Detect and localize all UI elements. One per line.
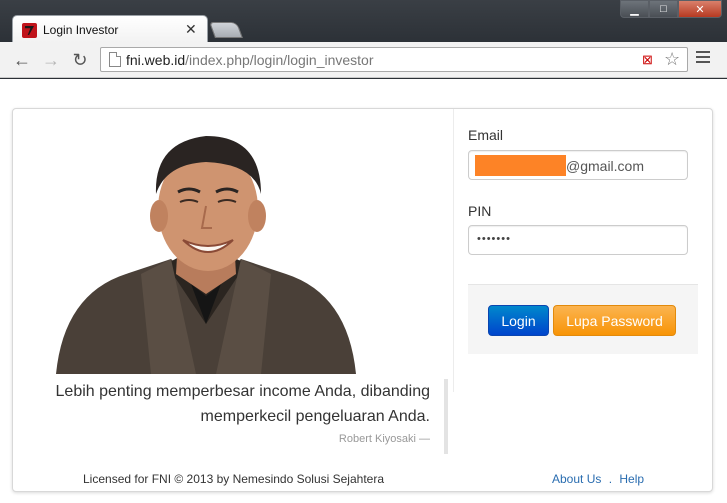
login-button[interactable]: Login [488, 305, 549, 336]
quote-author: Robert Kiyosaki — [338, 433, 430, 445]
form-actions: Login Lupa Password [468, 284, 698, 354]
blocked-content-icon[interactable]: ⊠ [642, 52, 653, 68]
browser-toolbar: ← → ↻ fni.web.id/index.php/login/login_i… [0, 42, 727, 78]
tab-title: Login Investor [43, 23, 119, 37]
pin-field[interactable]: ••••••• [468, 225, 688, 255]
footer-links: About Us . Help [552, 472, 644, 486]
portrait-photo [56, 136, 356, 374]
email-field[interactable]: @gmail.com [468, 150, 688, 180]
site-favicon-icon [22, 23, 37, 38]
login-card: Lebih penting memperbesar income Anda, d… [12, 108, 713, 492]
menu-icon[interactable] [696, 51, 710, 63]
email-label: Email [468, 127, 504, 143]
url-host: fni.web.id [126, 52, 186, 68]
browser-tab[interactable]: Login Investor ✕ [12, 15, 208, 43]
close-tab-icon[interactable]: ✕ [185, 21, 197, 38]
forgot-password-button[interactable]: Lupa Password [553, 305, 676, 336]
pin-masked-value: ••••••• [477, 233, 511, 245]
reload-icon[interactable]: ↻ [70, 50, 90, 70]
new-tab-button[interactable] [209, 22, 243, 38]
back-icon[interactable]: ← [12, 50, 32, 70]
help-link[interactable]: Help [619, 472, 644, 486]
forward-icon[interactable]: → [41, 50, 61, 70]
column-divider [453, 109, 454, 392]
url-text: fni.web.id/index.php/login/login_investo… [126, 52, 374, 68]
url-path: /index.php/login/login_investor [185, 52, 374, 68]
maximize-button[interactable]: □ [649, 0, 678, 18]
quote-block: Lebih penting memperbesar income Anda, d… [33, 379, 448, 454]
page-icon [109, 52, 121, 67]
bookmark-star-icon[interactable]: ☆ [664, 49, 680, 70]
window-titlebar: Login Investor ✕ ▁ □ ✕ [0, 0, 727, 43]
pin-label: PIN [468, 203, 492, 219]
email-domain-text: @gmail.com [566, 158, 645, 174]
page-viewport: Lebih penting memperbesar income Anda, d… [0, 79, 727, 503]
footer-separator: . [608, 472, 613, 486]
window-controls: ▁ □ ✕ [620, 0, 722, 18]
about-us-link[interactable]: About Us [552, 472, 601, 486]
redacted-email-user [475, 155, 566, 176]
address-bar[interactable]: fni.web.id/index.php/login/login_investo… [100, 47, 688, 72]
close-window-button[interactable]: ✕ [678, 0, 722, 18]
license-text: Licensed for FNI © 2013 by Nemesindo Sol… [83, 472, 385, 486]
quote-text: Lebih penting memperbesar income Anda, d… [55, 383, 430, 425]
minimize-button[interactable]: ▁ [620, 0, 649, 18]
